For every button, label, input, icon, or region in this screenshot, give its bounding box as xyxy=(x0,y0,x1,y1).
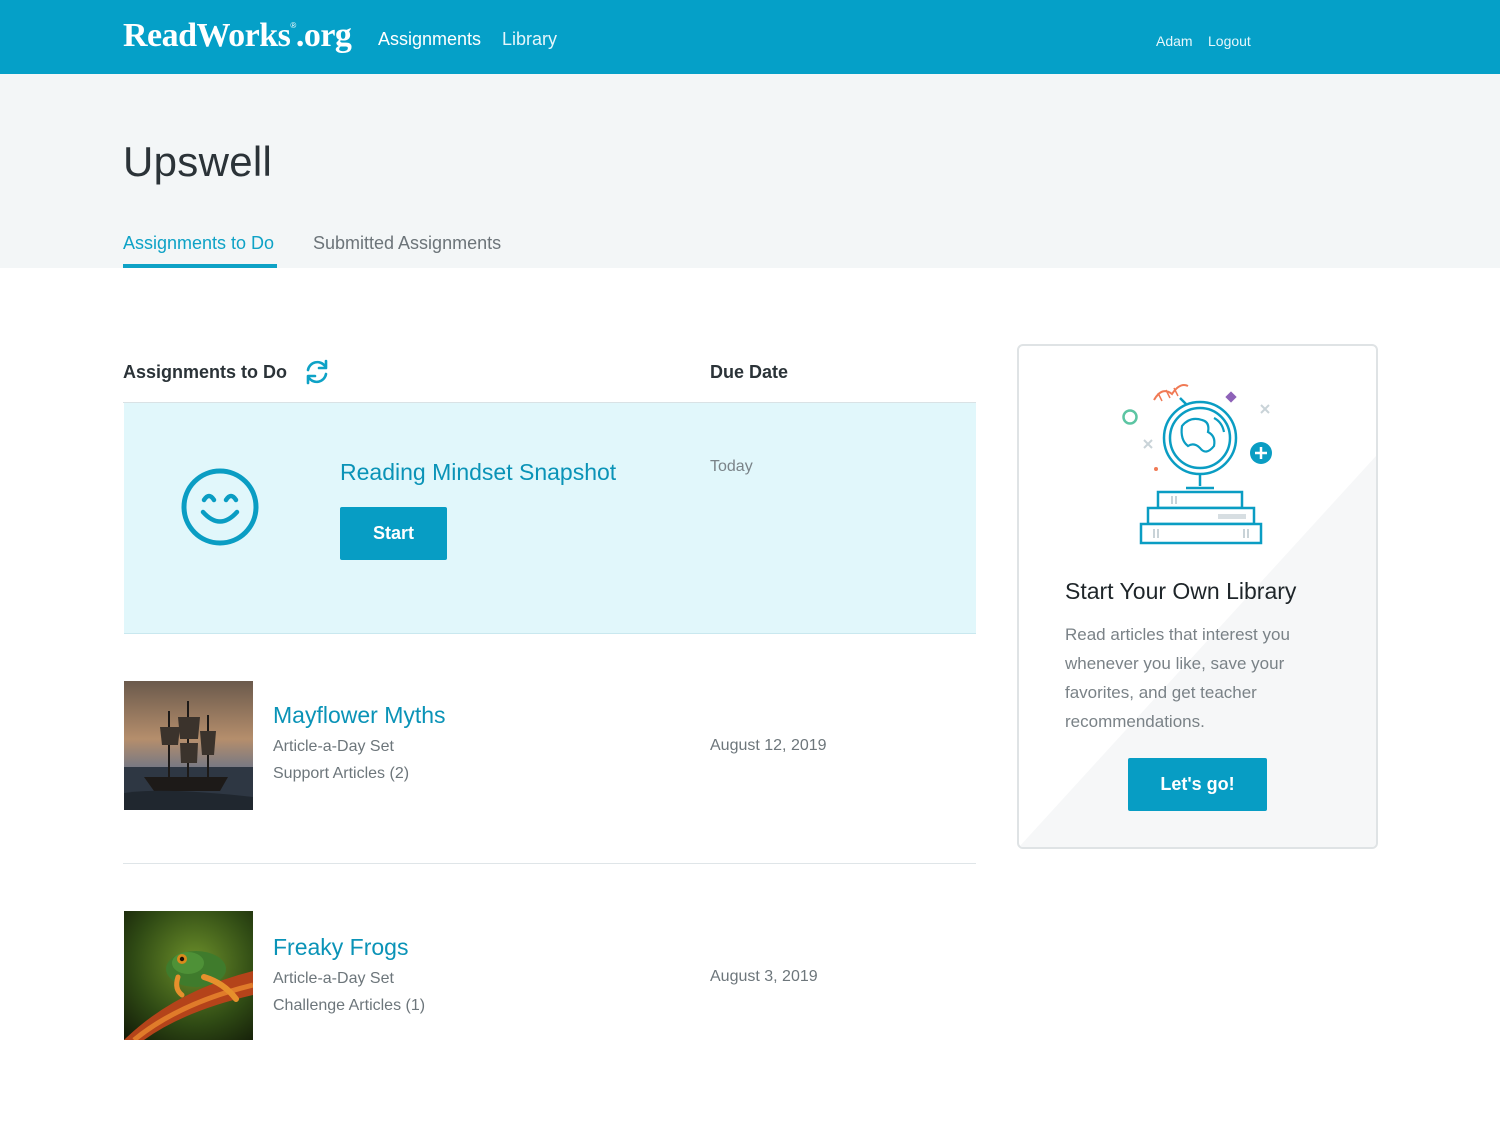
tab-assignments-to-do[interactable]: Assignments to Do xyxy=(123,233,274,254)
nav-library-link[interactable]: Library xyxy=(502,29,557,50)
mayflower-thumbnail[interactable] xyxy=(124,681,253,810)
tab-submitted-assignments[interactable]: Submitted Assignments xyxy=(313,233,501,254)
logo-suffix: .org xyxy=(295,17,352,54)
user-name-link[interactable]: Adam xyxy=(1156,33,1193,49)
assignment-due-date: August 12, 2019 xyxy=(710,737,827,754)
logout-link[interactable]: Logout xyxy=(1208,33,1251,49)
top-navigation-bar: ReadWorks®.org Assignments Library Adam … xyxy=(0,0,1500,74)
assignment-detail: Support Articles (2) xyxy=(273,765,410,782)
lets-go-button[interactable]: Let's go! xyxy=(1128,758,1267,811)
start-button[interactable]: Start xyxy=(340,507,447,560)
smiley-face-icon xyxy=(181,468,259,546)
assignment-type: Article-a-Day Set xyxy=(273,738,394,755)
freaky-frogs-thumbnail[interactable] xyxy=(124,911,253,1040)
due-date-column-heading: Due Date xyxy=(710,362,789,382)
assignment-title-freaky-frogs[interactable]: Freaky Frogs xyxy=(273,934,408,961)
globe-on-books-icon xyxy=(1122,384,1272,545)
featured-due-date: Today xyxy=(710,458,753,475)
assignment-detail: Challenge Articles (1) xyxy=(273,997,426,1014)
card-title: Start Your Own Library xyxy=(1065,578,1297,604)
assignment-due-date: August 3, 2019 xyxy=(710,968,818,985)
featured-assignment-title[interactable]: Reading Mindset Snapshot xyxy=(340,459,616,486)
assignments-column-heading: Assignments to Do xyxy=(123,362,288,382)
nav-assignments-link[interactable]: Assignments xyxy=(378,29,481,50)
logo-text: ReadWorks xyxy=(123,17,291,54)
active-tab-indicator xyxy=(123,264,277,268)
card-description: Read articles that interest you whenever… xyxy=(1065,625,1290,731)
refresh-icon[interactable] xyxy=(303,358,331,386)
divider xyxy=(123,863,976,864)
readworks-logo[interactable]: ReadWorks®.org xyxy=(123,17,352,55)
assignment-type: Article-a-Day Set xyxy=(273,970,394,987)
assignment-title-mayflower[interactable]: Mayflower Myths xyxy=(273,702,446,729)
page-title: Upswell xyxy=(123,138,273,185)
logo-registered-mark: ® xyxy=(290,21,296,30)
